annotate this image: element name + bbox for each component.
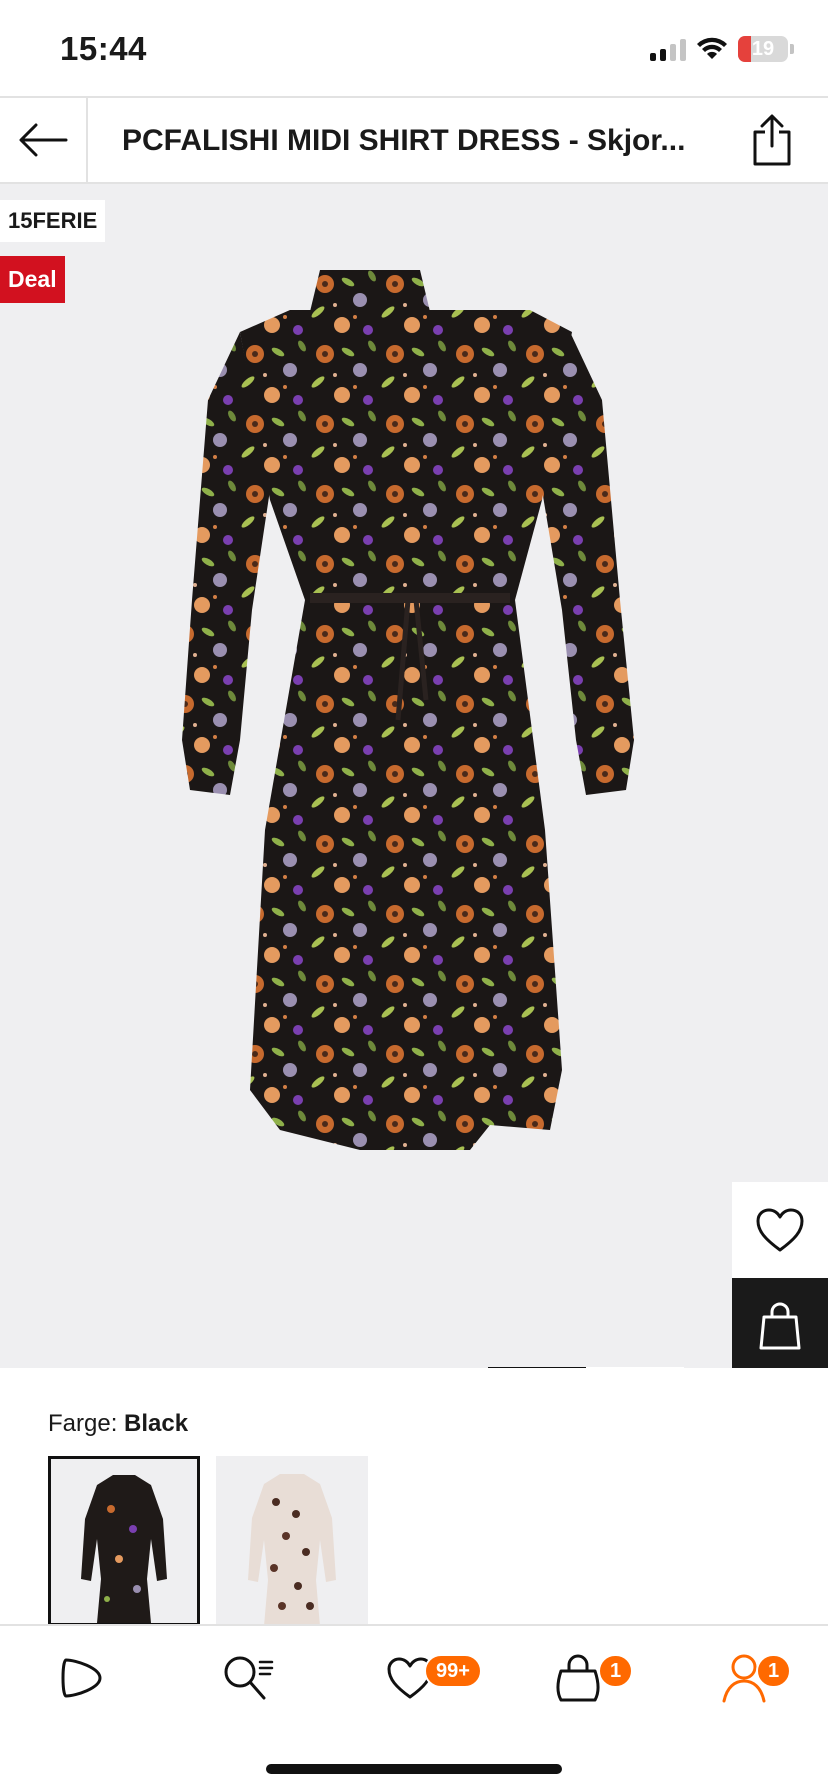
status-icons: 19 [650, 34, 794, 64]
cart-count-badge: 1 [598, 1654, 634, 1688]
page-title: PCFALISHI MIDI SHIRT DRESS - Skjor... [122, 124, 686, 157]
wifi-icon [697, 37, 727, 59]
add-to-bag-button[interactable] [732, 1278, 828, 1368]
color-value: Black [124, 1410, 189, 1437]
color-swatch-print[interactable] [216, 1456, 368, 1626]
share-button[interactable] [742, 110, 802, 170]
search-list-icon [224, 1656, 274, 1700]
tab-home[interactable] [34, 1646, 130, 1710]
swatch-image [51, 1459, 197, 1623]
arrow-left-icon [19, 123, 68, 157]
tab-search[interactable] [200, 1646, 296, 1710]
status-bar: 15:44 19 [0, 0, 828, 96]
nav-header: PCFALISHI MIDI SHIRT DRESS - Skjor... [0, 96, 828, 184]
swatch-image [216, 1456, 368, 1626]
back-button[interactable] [0, 98, 88, 182]
status-time: 15:44 [60, 30, 147, 67]
wishlist-count-badge: 99+ [424, 1654, 482, 1688]
carousel-active-indicator [488, 1367, 586, 1368]
promo-badge: 15FERIE [0, 200, 106, 242]
account-notification-badge: 1 [756, 1654, 792, 1688]
color-selector-label: Farge: Black [48, 1410, 188, 1438]
product-image [182, 270, 634, 1150]
wishlist-button[interactable] [732, 1182, 828, 1278]
battery-icon: 19 [738, 36, 788, 62]
home-indicator[interactable] [266, 1764, 562, 1774]
share-icon [753, 114, 791, 166]
signal-icon [650, 37, 686, 61]
battery-nub [790, 44, 794, 54]
product-image-carousel[interactable]: 15FERIE Deal [0, 184, 828, 1368]
product-detail-page: 15:44 19 PCFALISHI MIDI SHIRT DRESS - Sk… [0, 0, 828, 1792]
heart-icon [756, 1208, 804, 1252]
battery-level: 19 [751, 37, 775, 60]
deal-badge: Deal [0, 256, 65, 303]
carousel-indicator [488, 1367, 684, 1368]
zalando-play-icon [61, 1658, 102, 1698]
shopping-bag-icon [556, 1654, 600, 1702]
color-label: Farge: [48, 1410, 118, 1437]
color-swatch-black[interactable] [48, 1456, 200, 1626]
shopping-bag-icon [759, 1302, 801, 1350]
